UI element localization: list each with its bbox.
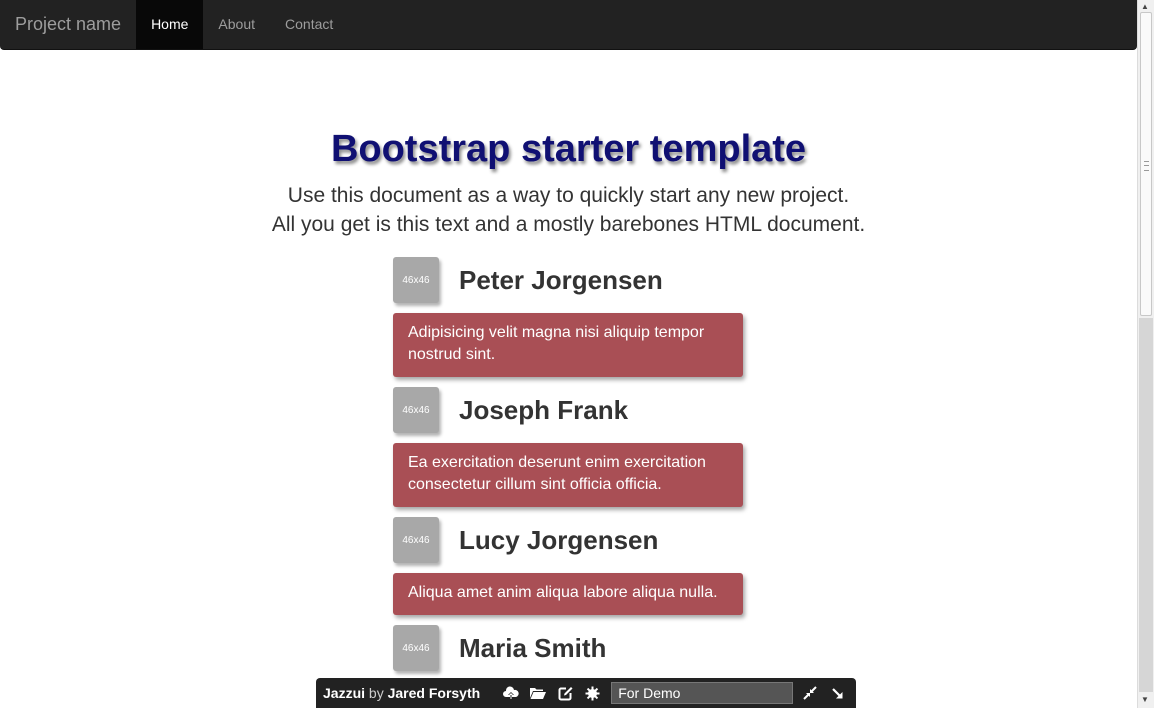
nav-contact[interactable]: Contact	[270, 0, 348, 49]
nav-about[interactable]: About	[203, 0, 270, 49]
scrollbar-thumb[interactable]	[1140, 12, 1152, 316]
top-navbar: Project name Home About Contact	[0, 0, 1137, 50]
scroll-down-arrow-icon[interactable]: ▼	[1141, 696, 1149, 704]
scroll-up-arrow-icon[interactable]: ▲	[1141, 3, 1149, 11]
grip-icon	[1144, 161, 1149, 171]
brand-link[interactable]: Project name	[0, 0, 136, 49]
person-header: 46x46 Maria Smith	[393, 625, 606, 671]
demo-name-input[interactable]	[611, 682, 794, 704]
person-name: Lucy Jorgensen	[459, 524, 659, 555]
page-title: Bootstrap starter template	[330, 128, 807, 170]
message-bubble: Adipisicing velit magna nisi aliquip tem…	[393, 313, 743, 377]
message-bubble: Ea exercitation deserunt enim exercitati…	[393, 443, 743, 507]
person-name: Joseph Frank	[459, 394, 629, 425]
jazzui-author: Jared Forsyth	[387, 685, 481, 701]
vertical-scrollbar[interactable]: ▲ ▼	[1137, 0, 1154, 708]
lead-line-2: All you get is this text and a mostly ba…	[271, 213, 866, 236]
jazzui-credit: Jazzui by Jared Forsyth	[323, 685, 480, 701]
person-header: 46x46 Joseph Frank	[393, 387, 628, 433]
folder-open-icon[interactable]	[527, 682, 549, 704]
nav-home[interactable]: Home	[136, 0, 204, 49]
person-name: Maria Smith	[459, 632, 607, 663]
avatar: 46x46	[393, 517, 439, 563]
lead-line-1: Use this document as a way to quickly st…	[287, 184, 850, 207]
jazzui-app-name: Jazzui	[323, 685, 366, 701]
hero-lead: Use this document as a way to quickly st…	[0, 181, 1137, 239]
compress-icon[interactable]	[799, 682, 821, 704]
avatar: 46x46	[393, 257, 439, 303]
scrollbar-track[interactable]	[1139, 318, 1153, 692]
jazzui-toolbar: Jazzui by Jared Forsyth	[316, 678, 856, 708]
person-name: Peter Jorgensen	[459, 264, 663, 295]
person-header: 46x46 Lucy Jorgensen	[393, 517, 658, 563]
edit-icon[interactable]	[554, 682, 576, 704]
settings-gear-icon[interactable]	[581, 682, 603, 704]
message-bubble: Aliqua amet anim aliqua labore aliqua nu…	[393, 573, 743, 615]
cloud-upload-icon[interactable]	[500, 682, 522, 704]
avatar: 46x46	[393, 387, 439, 433]
person-header: 46x46 Peter Jorgensen	[393, 257, 663, 303]
jazzui-by: by	[368, 685, 384, 701]
arrow-down-right-icon[interactable]	[826, 682, 848, 704]
avatar: 46x46	[393, 625, 439, 671]
